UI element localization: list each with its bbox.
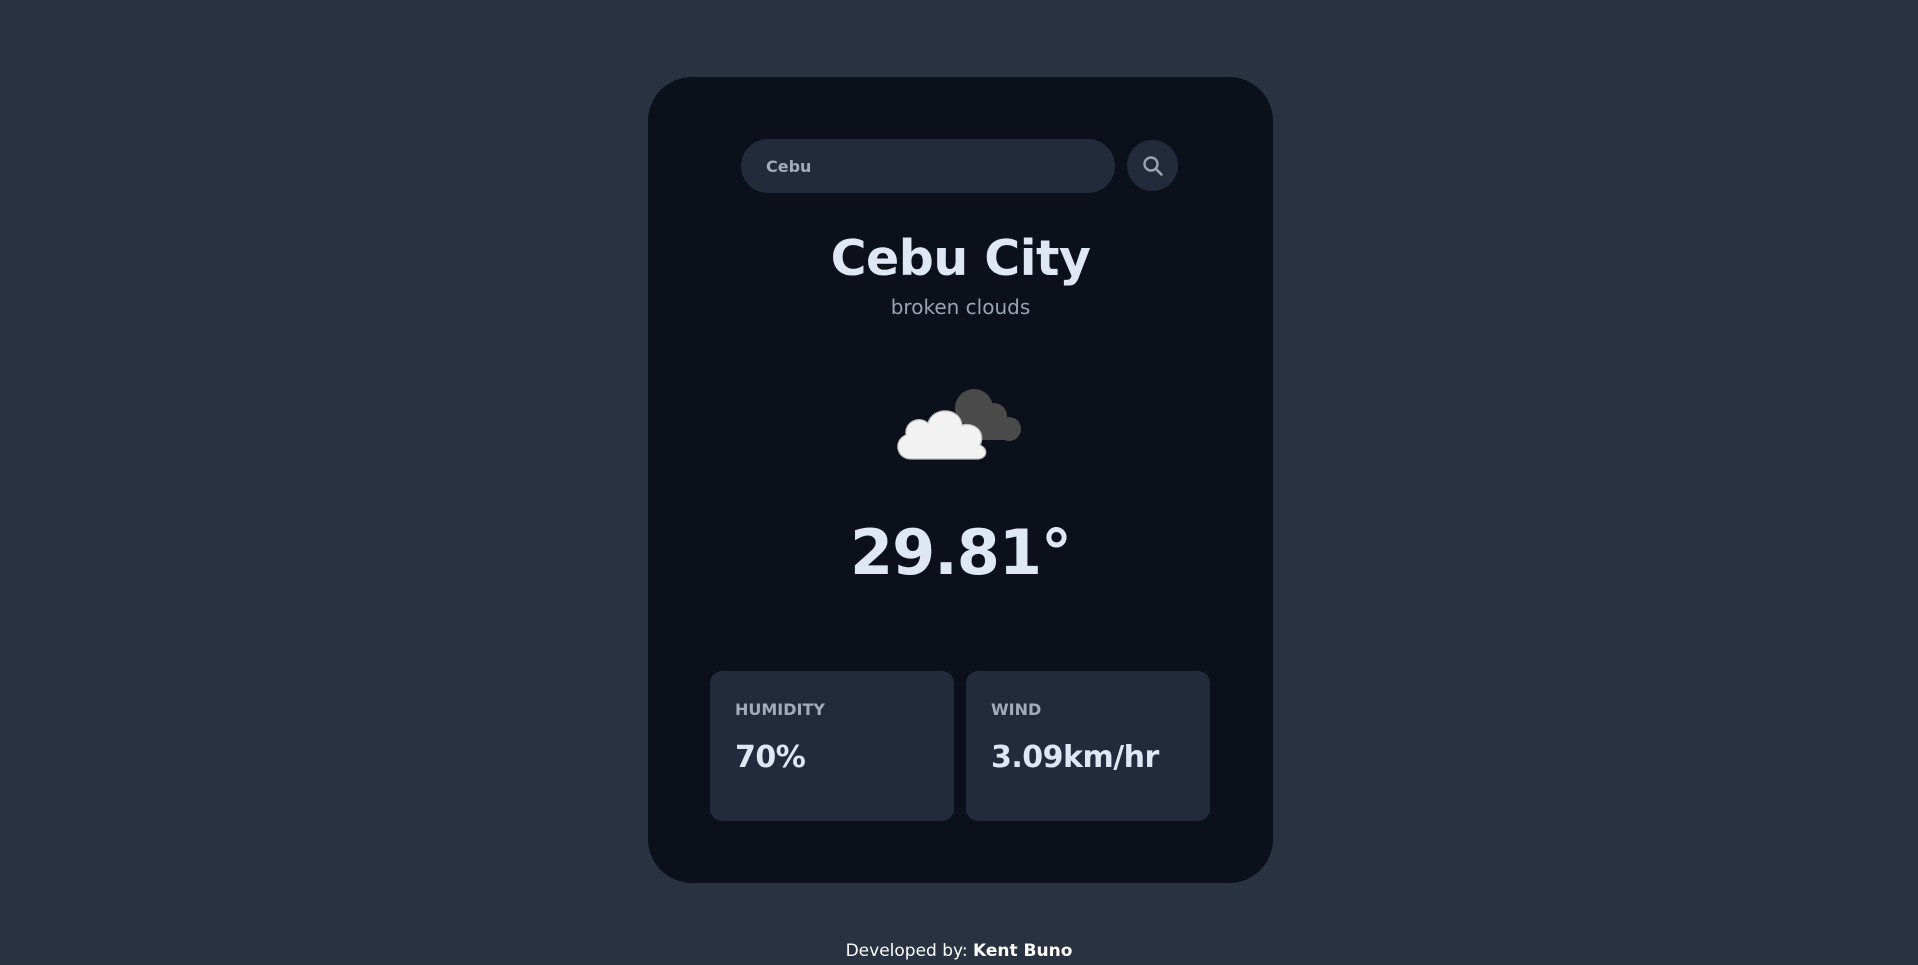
weather-card: Cebu City broken clouds 29.81° HUMIDITY … xyxy=(648,77,1273,883)
humidity-value: 70% xyxy=(735,740,806,775)
weather-description: broken clouds xyxy=(890,295,1031,319)
city-name: Cebu City xyxy=(830,230,1091,287)
footer-prefix: Developed by: xyxy=(845,941,968,961)
wind-panel: WIND 3.09km/hr xyxy=(966,671,1210,821)
search-icon xyxy=(1142,155,1163,176)
search-button[interactable] xyxy=(1127,140,1178,191)
wind-label: WIND xyxy=(991,700,1042,719)
search-bar xyxy=(741,139,1181,193)
search-input[interactable] xyxy=(741,139,1115,193)
broken-clouds-icon xyxy=(897,389,1021,460)
temperature: 29.81° xyxy=(849,516,1072,589)
humidity-panel: HUMIDITY 70% xyxy=(710,671,954,821)
footer-credit: Developed by: Kent Buno xyxy=(0,940,1918,962)
footer-author: Kent Buno xyxy=(972,941,1073,961)
humidity-label: HUMIDITY xyxy=(735,700,825,719)
wind-value: 3.09km/hr xyxy=(991,740,1159,775)
